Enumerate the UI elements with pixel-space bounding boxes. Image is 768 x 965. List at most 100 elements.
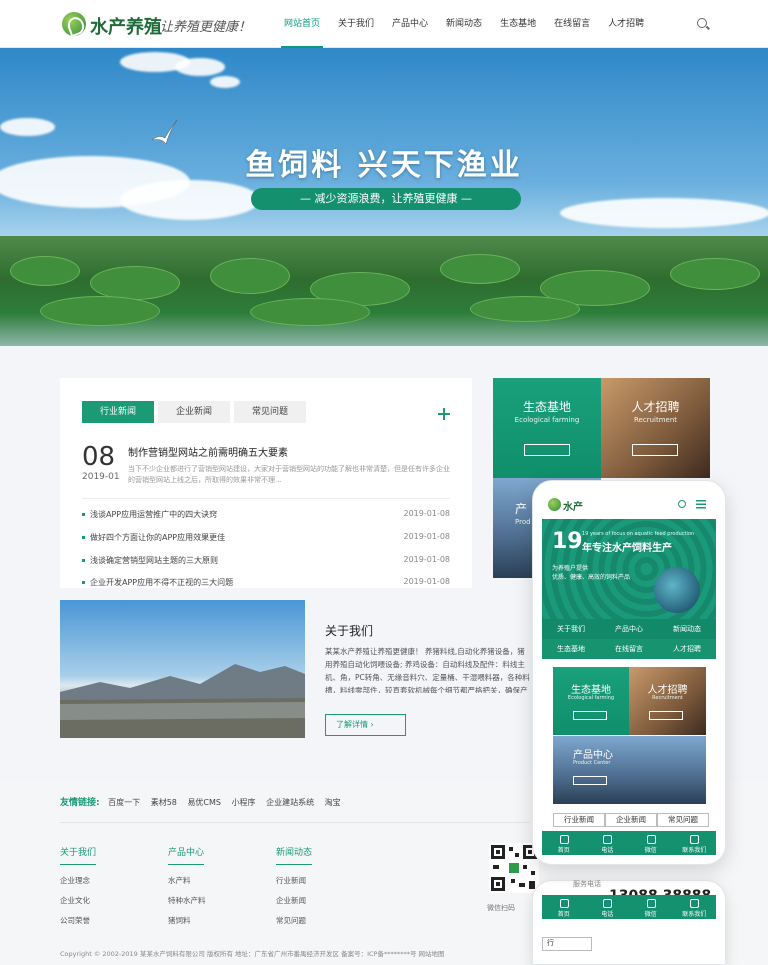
nav-home[interactable]: 网站首页 (275, 0, 329, 48)
about-more-button[interactable]: 了解详情 › (325, 714, 406, 736)
featured-year-month: 2019-01 (82, 472, 120, 482)
about-text: 某某水产养殖让养殖更健康！ 养猪料线,自动化养猪设备，猪用养殖自动化饲喂设备; … (325, 647, 530, 693)
footer-link[interactable]: 行业新闻 (276, 875, 312, 895)
lotus-leaf (250, 298, 370, 326)
mobile-grid-item[interactable]: 生态基地 (542, 639, 600, 659)
mobile-hero-sub: 优质、健康、高效的饲料产品 (552, 574, 631, 581)
mobile-screen: 水产 19 19 years of focus on aquatic feed … (542, 491, 716, 855)
search-icon[interactable] (697, 18, 707, 28)
qr-code-icon (489, 843, 539, 893)
footer-link[interactable]: 水产料 (168, 875, 206, 895)
news-date: 2019-01-08 (403, 509, 451, 518)
mobile-logo-text[interactable]: 水产 (563, 498, 583, 513)
mobile-search-icon[interactable] (678, 500, 686, 508)
mobile-nav-contact[interactable]: 联系我们 (673, 895, 717, 919)
tile-subtitle: Recruitment (633, 416, 677, 424)
mobile-tab-industry[interactable]: 行业新闻 (553, 813, 605, 827)
logo-icon[interactable] (62, 12, 86, 36)
footer-col-title[interactable]: 新闻动态 (276, 845, 313, 865)
mobile-grid-item[interactable]: 在线留言 (600, 639, 658, 659)
friend-link[interactable]: 百度一下 (108, 798, 140, 807)
tile-more-button[interactable] (632, 444, 678, 456)
news-title[interactable]: 浅谈APP应用运营推广中的四大诀窍 (90, 510, 217, 519)
divider (60, 822, 530, 823)
cloud (560, 198, 768, 228)
news-list-item[interactable]: 浅谈确定营销型网站主题的三大原则 2019-01-08 (82, 555, 450, 566)
mobile-tile-eco[interactable]: 生态基地 Ecological farming (553, 667, 629, 735)
tile-subtitle: Recruitment (652, 695, 683, 701)
news-list-item[interactable]: 做好四个方面让你的APP应用效果更佳 2019-01-08 (82, 532, 450, 543)
nav-news[interactable]: 新闻动态 (437, 0, 491, 48)
footer-link[interactable]: 猪饲料 (168, 915, 206, 935)
mobile-tab[interactable]: 行 (542, 937, 592, 951)
mobile-hero-number: 19 (552, 529, 583, 554)
lotus-leaf (10, 256, 80, 286)
nav-about[interactable]: 关于我们 (329, 0, 383, 48)
news-title[interactable]: 浅谈确定营销型网站主题的三大原则 (90, 556, 218, 565)
tile-more-button[interactable] (573, 776, 607, 785)
lotus-leaf (40, 296, 160, 326)
news-list-item[interactable]: 浅谈APP应用运营推广中的四大诀窍 2019-01-08 (82, 509, 450, 520)
nav-eco-base[interactable]: 生态基地 (491, 0, 545, 48)
nav-message[interactable]: 在线留言 (545, 0, 599, 48)
cloud (0, 118, 55, 136)
friend-link[interactable]: 易优CMS (187, 798, 221, 807)
news-date: 2019-01-08 (403, 577, 451, 586)
mobile-grid-item[interactable]: 产品中心 (600, 619, 658, 639)
mobile-hero-image (654, 567, 700, 613)
footer-link[interactable]: 企业理念 (60, 875, 96, 895)
tab-company-news[interactable]: 企业新闻 (158, 401, 230, 423)
mobile-nav-contact[interactable]: 联系我们 (673, 831, 717, 855)
mobile-menu-icon[interactable] (696, 500, 706, 509)
featured-title[interactable]: 制作营销型网站之前需明确五大要素 (128, 444, 288, 459)
tile-more-button[interactable] (524, 444, 570, 456)
tile-more-button[interactable] (573, 711, 607, 720)
footer-col-about: 关于我们 企业理念 企业文化 公司荣誉 (60, 845, 97, 935)
footer-link[interactable]: 企业文化 (60, 895, 96, 915)
tile-eco-base[interactable]: 生态基地 Ecological farming (493, 378, 601, 478)
mobile-nav-phone[interactable]: 电话 (586, 831, 630, 855)
mobile-nav-home[interactable]: 首页 (542, 895, 586, 919)
footer-col-title[interactable]: 关于我们 (60, 845, 97, 865)
friend-link[interactable]: 企业建站系统 (266, 798, 314, 807)
news-title[interactable]: 企业开发APP应用不得不正视的三大问题 (90, 578, 233, 587)
friend-link[interactable]: 淘宝 (325, 798, 341, 807)
footer-link[interactable]: 公司荣誉 (60, 915, 96, 935)
tab-industry-news[interactable]: 行业新闻 (82, 401, 154, 423)
lotus-leaf (440, 254, 520, 284)
mobile-grid-item[interactable]: 人才招聘 (658, 639, 716, 659)
friend-link[interactable]: 素材58 (151, 798, 177, 807)
news-title[interactable]: 做好四个方面让你的APP应用效果更佳 (90, 533, 225, 542)
friend-links-title: 友情链接: (60, 798, 100, 808)
mobile-tab-company[interactable]: 企业新闻 (605, 813, 657, 827)
logo-text[interactable]: 水产养殖 (90, 13, 162, 39)
tile-more-button[interactable] (649, 711, 683, 720)
mobile-grid-item[interactable]: 关于我们 (542, 619, 600, 639)
mobile-tile-recruitment[interactable]: 人才招聘 Recruitment (629, 667, 706, 735)
mobile-nav-phone[interactable]: 电话 (586, 895, 630, 919)
friend-link[interactable]: 小程序 (232, 798, 256, 807)
footer-link[interactable]: 特种水产料 (168, 895, 206, 915)
about-title: 关于我们 (325, 624, 374, 638)
mobile-nav-wechat[interactable]: 微信 (629, 831, 673, 855)
nav-jobs[interactable]: 人才招聘 (599, 0, 653, 48)
divider (82, 498, 450, 499)
mobile-grid-item[interactable]: 新闻动态 (658, 619, 716, 639)
footer-col-title[interactable]: 产品中心 (168, 845, 205, 865)
mountain-town-image (60, 664, 305, 738)
main-nav: 网站首页 关于我们 产品中心 新闻动态 生态基地 在线留言 人才招聘 (275, 0, 653, 48)
mobile-nav-home[interactable]: 首页 (542, 831, 586, 855)
more-plus-icon[interactable] (438, 408, 450, 420)
mobile-tab-faq[interactable]: 常见问题 (657, 813, 709, 827)
lotus-leaf (90, 266, 180, 300)
footer-link[interactable]: 企业新闻 (276, 895, 312, 915)
mobile-tile-products[interactable]: 产品中心 Product Center (553, 736, 706, 804)
news-list-item[interactable]: 企业开发APP应用不得不正视的三大问题 2019-01-08 (82, 577, 450, 588)
featured-excerpt: 当下不少企业都进行了营销型网站建设，大家对于营销型网站的功能了解也非常清楚，但是… (128, 465, 450, 484)
tile-recruitment[interactable]: 人才招聘 Recruitment (601, 378, 710, 478)
mobile-nav-wechat[interactable]: 微信 (629, 895, 673, 919)
nav-products[interactable]: 产品中心 (383, 0, 437, 48)
mobile-logo-icon[interactable] (548, 498, 561, 511)
footer-link[interactable]: 常见问题 (276, 915, 312, 935)
tab-faq[interactable]: 常见问题 (234, 401, 306, 423)
